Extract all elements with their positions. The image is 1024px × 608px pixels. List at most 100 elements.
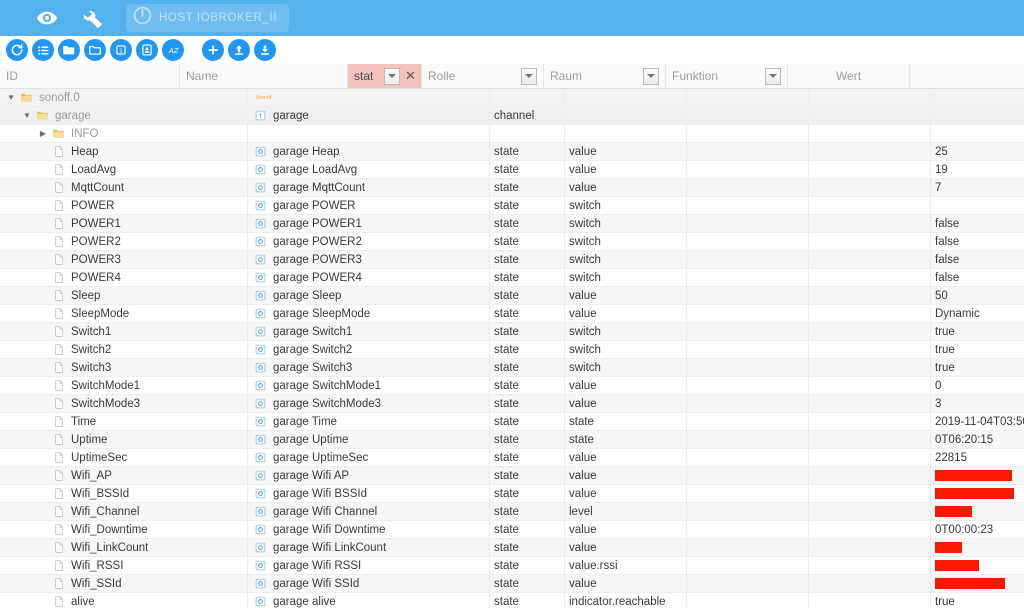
table-row[interactable]: Wifi_Channel garage Wifi Channel state leve…: [0, 503, 1024, 521]
cell-type: state: [490, 233, 565, 250]
file-icon: [50, 289, 67, 302]
table-row[interactable]: Heap garage Heap state value 25: [0, 143, 1024, 161]
filter-type-select[interactable]: stat: [348, 64, 400, 88]
chevron-down-icon[interactable]: [643, 67, 659, 85]
table-row[interactable]: Wifi_Downtime garage Wifi Downtime state va…: [0, 521, 1024, 539]
cell-type: state: [490, 539, 565, 556]
expand-arrow-open-icon[interactable]: ▼: [4, 93, 18, 102]
cell-type-label: state: [494, 325, 519, 338]
filter-room-select[interactable]: Raum: [544, 64, 666, 88]
number-one-icon[interactable]: 1: [110, 39, 132, 61]
id-card-icon[interactable]: [136, 39, 158, 61]
table-row[interactable]: Time garage Time state state 2019-11-04T03:5…: [0, 413, 1024, 431]
table-row[interactable]: POWER4 garage POWER4 state switch false: [0, 269, 1024, 287]
cell-name-label: garage POWER: [273, 199, 356, 212]
cell-id-label: LoadAvg: [71, 163, 117, 176]
cell-type: state: [490, 215, 565, 232]
cell-id: POWER4: [0, 269, 248, 286]
chevron-down-icon[interactable]: [765, 67, 781, 85]
table-row[interactable]: Wifi_SSId garage Wifi SSId state value: [0, 575, 1024, 593]
download-button[interactable]: [254, 39, 276, 61]
cell-type-label: state: [494, 433, 519, 446]
expand-arrow-open-icon[interactable]: ▼: [20, 111, 34, 120]
table-row[interactable]: Wifi_LinkCount garage Wifi LinkCount state…: [0, 539, 1024, 557]
cell-room: [687, 467, 809, 484]
table-row[interactable]: ▼ sonoff.0 Sonoff: [0, 89, 1024, 107]
sort-az-icon[interactable]: AZ: [162, 39, 184, 61]
svg-text:AZ: AZ: [167, 46, 178, 55]
table-row[interactable]: SwitchMode1 garage SwitchMode1 state value 0: [0, 377, 1024, 395]
table-row[interactable]: POWER1 garage POWER1 state switch false: [0, 215, 1024, 233]
table-row[interactable]: LoadAvg garage LoadAvg state value 19: [0, 161, 1024, 179]
table-row[interactable]: Uptime garage Uptime state state 0T06:20:15: [0, 431, 1024, 449]
wrench-icon[interactable]: [70, 0, 116, 36]
table-row[interactable]: Wifi_AP garage Wifi AP state value: [0, 467, 1024, 485]
table-row[interactable]: Sleep garage Sleep state value 50: [0, 287, 1024, 305]
cell-name-label: garage POWER2: [273, 235, 362, 248]
cell-type-label: state: [494, 379, 519, 392]
table-row[interactable]: POWER2 garage POWER2 state switch false: [0, 233, 1024, 251]
svg-text:1: 1: [119, 49, 122, 55]
table-row[interactable]: Wifi_BSSId garage Wifi BSSId state value: [0, 485, 1024, 503]
cell-id: Wifi_Downtime: [0, 521, 248, 538]
table-row[interactable]: ▶ INFO: [0, 125, 1024, 143]
chevron-down-icon[interactable]: [384, 67, 400, 85]
cell-function: [809, 161, 931, 178]
cell-type: state: [490, 197, 565, 214]
filter-id-cell[interactable]: ID: [0, 64, 180, 88]
table-row[interactable]: ▼ garage garage channel: [0, 107, 1024, 125]
cell-value: [931, 125, 1024, 142]
folder-icon: [50, 127, 67, 140]
cell-type: [490, 89, 565, 106]
cell-room: [687, 521, 809, 538]
cell-id-label: Heap: [71, 145, 99, 158]
table-row[interactable]: Wifi_RSSI garage Wifi RSSI state value.rssi: [0, 557, 1024, 575]
cell-type-label: state: [494, 271, 519, 284]
table-row[interactable]: SwitchMode3 garage SwitchMode3 state value 3: [0, 395, 1024, 413]
list-button[interactable]: [32, 39, 54, 61]
cell-name-label: garage Wifi AP: [273, 469, 350, 482]
file-icon: [50, 451, 67, 464]
cell-name: garage SleepMode: [248, 305, 490, 322]
cell-id: POWER2: [0, 233, 248, 250]
file-icon: [50, 307, 67, 320]
folder-open-icon[interactable]: [58, 39, 80, 61]
cell-role-label: switch: [569, 235, 601, 248]
refresh-button[interactable]: [6, 39, 28, 61]
cell-id-label: Uptime: [71, 433, 108, 446]
cell-role: indicator.reachable: [565, 593, 687, 608]
cell-type-label: state: [494, 163, 519, 176]
cell-room: [687, 359, 809, 376]
table-row[interactable]: POWER garage POWER state switch: [0, 197, 1024, 215]
filter-function-select[interactable]: Funktion: [666, 64, 788, 88]
folder-closed-icon[interactable]: [84, 39, 106, 61]
host-chip[interactable]: HOST IOBROKER_II: [126, 4, 290, 32]
filter-clear-button[interactable]: ✕: [400, 64, 422, 88]
state-icon: [252, 254, 269, 265]
filter-name-cell[interactable]: Name: [180, 64, 348, 88]
table-row[interactable]: POWER3 garage POWER3 state switch false: [0, 251, 1024, 269]
table-row[interactable]: SleepMode garage SleepMode state value Dynam…: [0, 305, 1024, 323]
state-icon: [252, 524, 269, 535]
cell-id: alive: [0, 593, 248, 608]
cell-id-label: INFO: [71, 127, 99, 140]
file-icon: [50, 361, 67, 374]
cell-name-label: garage Switch3: [273, 361, 353, 374]
add-button[interactable]: [202, 39, 224, 61]
file-icon: [50, 433, 67, 446]
filter-role-select[interactable]: Rolle: [422, 64, 544, 88]
eye-icon[interactable]: [24, 0, 70, 36]
table-row[interactable]: UptimeSec garage UptimeSec state value 22815: [0, 449, 1024, 467]
expand-arrow-closed-icon[interactable]: ▶: [36, 129, 50, 138]
table-row[interactable]: alive garage alive state indicator.reachabl…: [0, 593, 1024, 608]
table-row[interactable]: MqttCount garage MqttCount state value 7: [0, 179, 1024, 197]
table-row[interactable]: Switch3 garage Switch3 state switch true: [0, 359, 1024, 377]
table-row[interactable]: Switch1 garage Switch1 state switch true: [0, 323, 1024, 341]
cell-name: garage Uptime: [248, 431, 490, 448]
table-row[interactable]: Switch2 garage Switch2 state switch true: [0, 341, 1024, 359]
chevron-down-icon[interactable]: [521, 67, 537, 85]
upload-button[interactable]: [228, 39, 250, 61]
cell-id: Switch3: [0, 359, 248, 376]
cell-id: Wifi_Channel: [0, 503, 248, 520]
cell-name: garage POWER4: [248, 269, 490, 286]
